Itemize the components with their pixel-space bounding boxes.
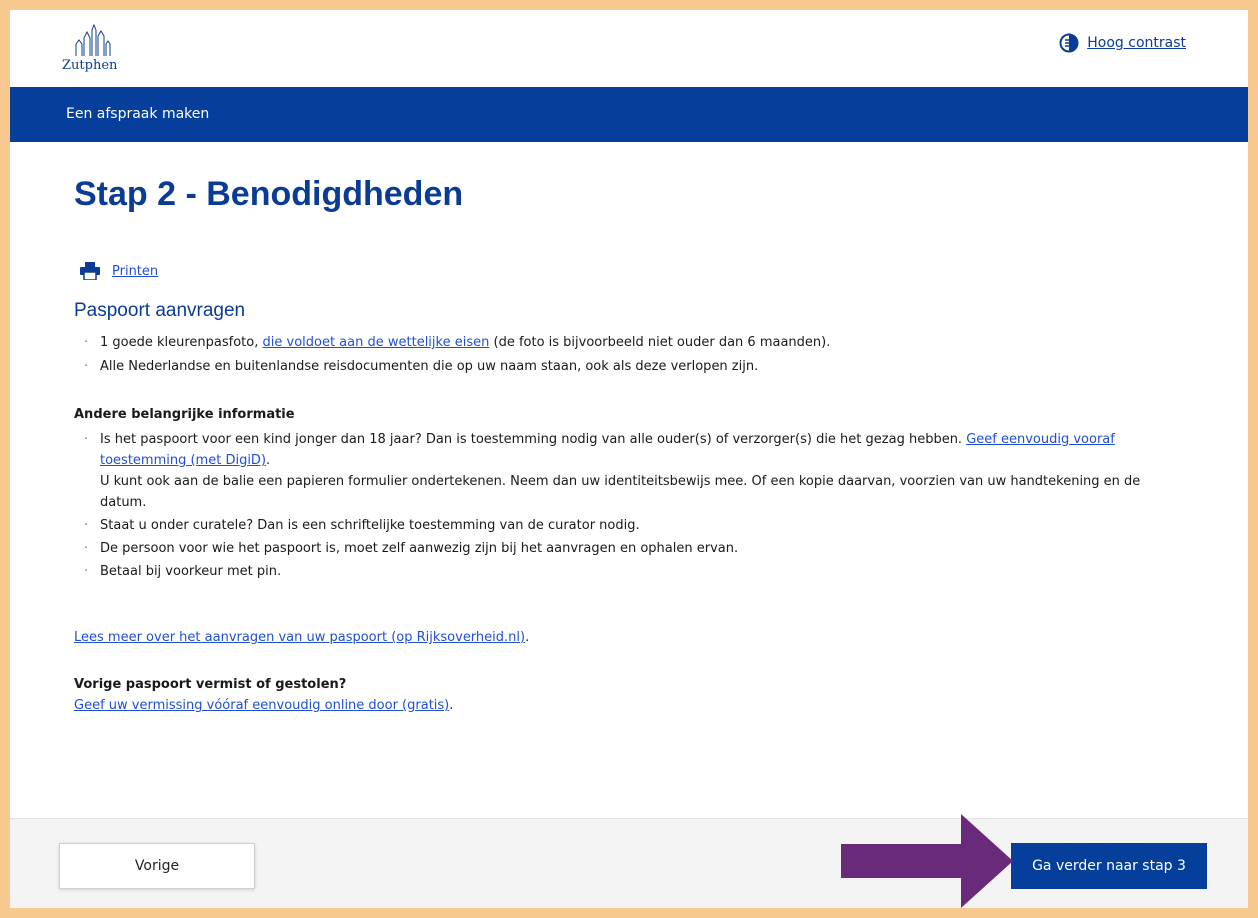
top-bar: Zutphen Hoog contrast [10, 10, 1248, 87]
logo-text: Zutphen [62, 58, 118, 73]
pointer-arrow-icon [841, 814, 1013, 908]
list-item-text: . [266, 453, 271, 468]
list-item: Is het paspoort voor een kind jonger dan… [74, 429, 1184, 513]
high-contrast-toggle[interactable]: Hoog contrast [1059, 33, 1186, 53]
read-more-link[interactable]: Lees meer over het aanvragen van uw pasp… [74, 630, 525, 645]
nav-title: Een afspraak maken [66, 106, 210, 122]
list-item-text: 1 goede kleurenpasfoto, [100, 335, 263, 350]
page-frame: Zutphen Hoog contrast Een afspraak maken… [10, 10, 1248, 908]
section-title-passport: Paspoort aanvragen [74, 300, 246, 321]
footer-bar: Vorige Ga verder naar stap 3 [10, 818, 1248, 908]
lost-passport-line: Geef uw vermissing vóóraf eenvoudig onli… [74, 698, 453, 713]
list-item-text: (de foto is bijvoorbeeld niet ouder dan … [489, 335, 831, 350]
photo-requirements-link[interactable]: die voldoet aan de wettelijke eisen [263, 335, 490, 350]
lost-passport-heading: Vorige paspoort vermist of gestolen? [74, 677, 347, 692]
previous-button[interactable]: Vorige [59, 843, 255, 889]
other-info-heading: Andere belangrijke informatie [74, 407, 295, 422]
city-skyline-icon [75, 24, 111, 56]
print-link[interactable]: Printen [80, 262, 158, 280]
list-item: De persoon voor wie het paspoort is, moe… [74, 538, 1184, 559]
list-item: 1 goede kleurenpasfoto, die voldoet aan … [74, 332, 1184, 353]
high-contrast-label[interactable]: Hoog contrast [1087, 35, 1186, 51]
print-label[interactable]: Printen [112, 264, 158, 279]
list-item-text: De persoon voor wie het paspoort is, moe… [100, 541, 739, 556]
list-item-text: Staat u onder curatele? Dan is een schri… [100, 518, 640, 533]
report-lost-link[interactable]: Geef uw vermissing vóóraf eenvoudig onli… [74, 698, 449, 713]
next-step-button[interactable]: Ga verder naar stap 3 [1011, 843, 1207, 889]
printer-icon [80, 262, 100, 280]
page-title: Stap 2 - Benodigdheden [74, 175, 464, 213]
list-item-text: U kunt ook aan de balie een papieren for… [100, 474, 1141, 510]
nav-bar: Een afspraak maken [10, 87, 1248, 142]
list-item-text: Alle Nederlandse en buitenlandse reisdoc… [100, 359, 759, 374]
list-item: Alle Nederlandse en buitenlandse reisdoc… [74, 356, 1184, 377]
list-item-text: Is het paspoort voor een kind jonger dan… [100, 432, 967, 447]
list-item: Betaal bij voorkeur met pin. [74, 561, 1184, 582]
read-more-post: . [525, 630, 530, 645]
list-item-text: Betaal bij voorkeur met pin. [100, 564, 282, 579]
report-lost-post: . [449, 698, 454, 713]
main-content: Stap 2 - Benodigdheden Printen Paspoort … [10, 142, 1248, 818]
read-more-line: Lees meer over het aanvragen van uw pasp… [74, 630, 529, 645]
zutphen-logo[interactable]: Zutphen [62, 24, 122, 78]
passport-requirements-list: 1 goede kleurenpasfoto, die voldoet aan … [74, 332, 1184, 380]
contrast-icon [1059, 33, 1079, 53]
other-info-list: Is het paspoort voor een kind jonger dan… [74, 429, 1184, 584]
list-item: Staat u onder curatele? Dan is een schri… [74, 515, 1184, 536]
